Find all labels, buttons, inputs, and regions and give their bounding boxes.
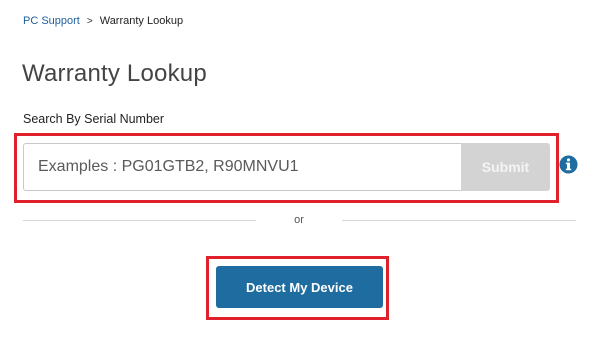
warranty-lookup-page: PC Support > Warranty Lookup Warranty Lo… [0,0,600,341]
or-divider: or [23,214,576,226]
breadcrumb-current: Warranty Lookup [99,15,184,27]
page-title: Warranty Lookup [22,60,207,87]
submit-button[interactable]: Submit [461,143,550,191]
divider-line-right [342,219,576,221]
divider-text: or [294,214,304,226]
breadcrumb-link-pc-support[interactable]: PC Support [23,15,80,27]
breadcrumb-separator: > [86,15,93,27]
search-label: Search By Serial Number [23,112,165,126]
info-circle-icon[interactable] [559,155,578,174]
serial-search-group: Submit [23,143,550,191]
detect-my-device-button[interactable]: Detect My Device [216,266,383,308]
breadcrumb: PC Support > Warranty Lookup [23,15,183,27]
serial-number-input[interactable] [23,143,461,191]
divider-line-left [23,219,256,221]
